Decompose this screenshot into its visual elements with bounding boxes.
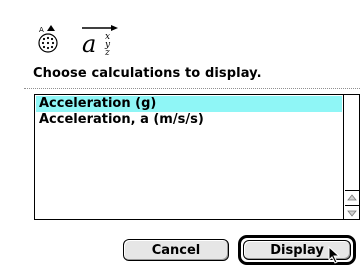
list-scrollbar[interactable] xyxy=(345,95,359,219)
vector-icon: a x y z xyxy=(82,25,118,58)
scroll-down-arrow[interactable] xyxy=(345,205,359,219)
calculations-listbox[interactable]: Acceleration (g) Acceleration, a (m/s/s) xyxy=(34,94,360,220)
prompt-text: Choose calculations to display. xyxy=(33,66,262,81)
calculations-dialog: A a x y z Choose calculations to display… xyxy=(0,0,360,265)
svg-text:z: z xyxy=(104,48,110,58)
list-item-acceleration-a[interactable]: Acceleration, a (m/s/s) xyxy=(36,112,342,128)
arrow-up-icon xyxy=(347,193,357,200)
scroll-up-arrow[interactable] xyxy=(345,190,359,204)
list-area: Acceleration (g) Acceleration, a (m/s/s) xyxy=(35,95,344,219)
cancel-button[interactable]: Cancel xyxy=(123,239,229,261)
arrow-down-icon xyxy=(347,210,357,217)
sensor-icon: A xyxy=(38,25,58,53)
divider xyxy=(24,88,360,89)
mouse-pointer-icon xyxy=(328,246,341,264)
svg-text:A: A xyxy=(39,26,44,34)
svg-text:a: a xyxy=(82,30,96,58)
list-item-acceleration-g[interactable]: Acceleration (g) xyxy=(36,96,342,112)
